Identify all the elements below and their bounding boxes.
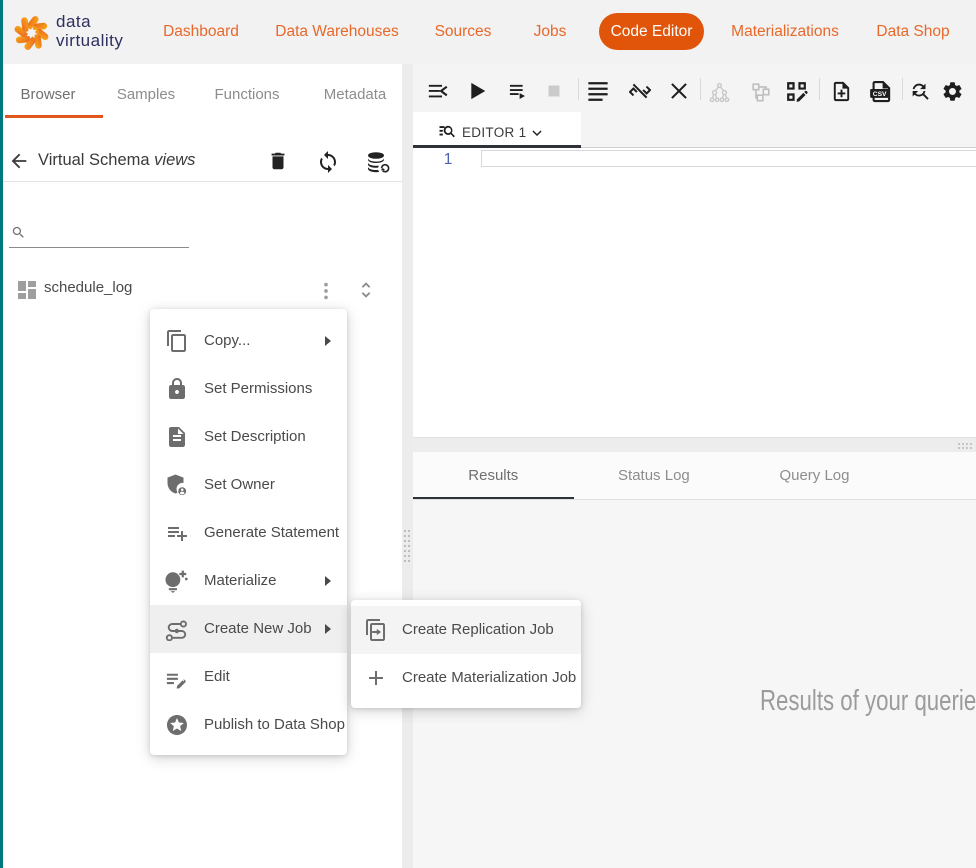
svg-text:CSV: CSV [873,91,887,98]
